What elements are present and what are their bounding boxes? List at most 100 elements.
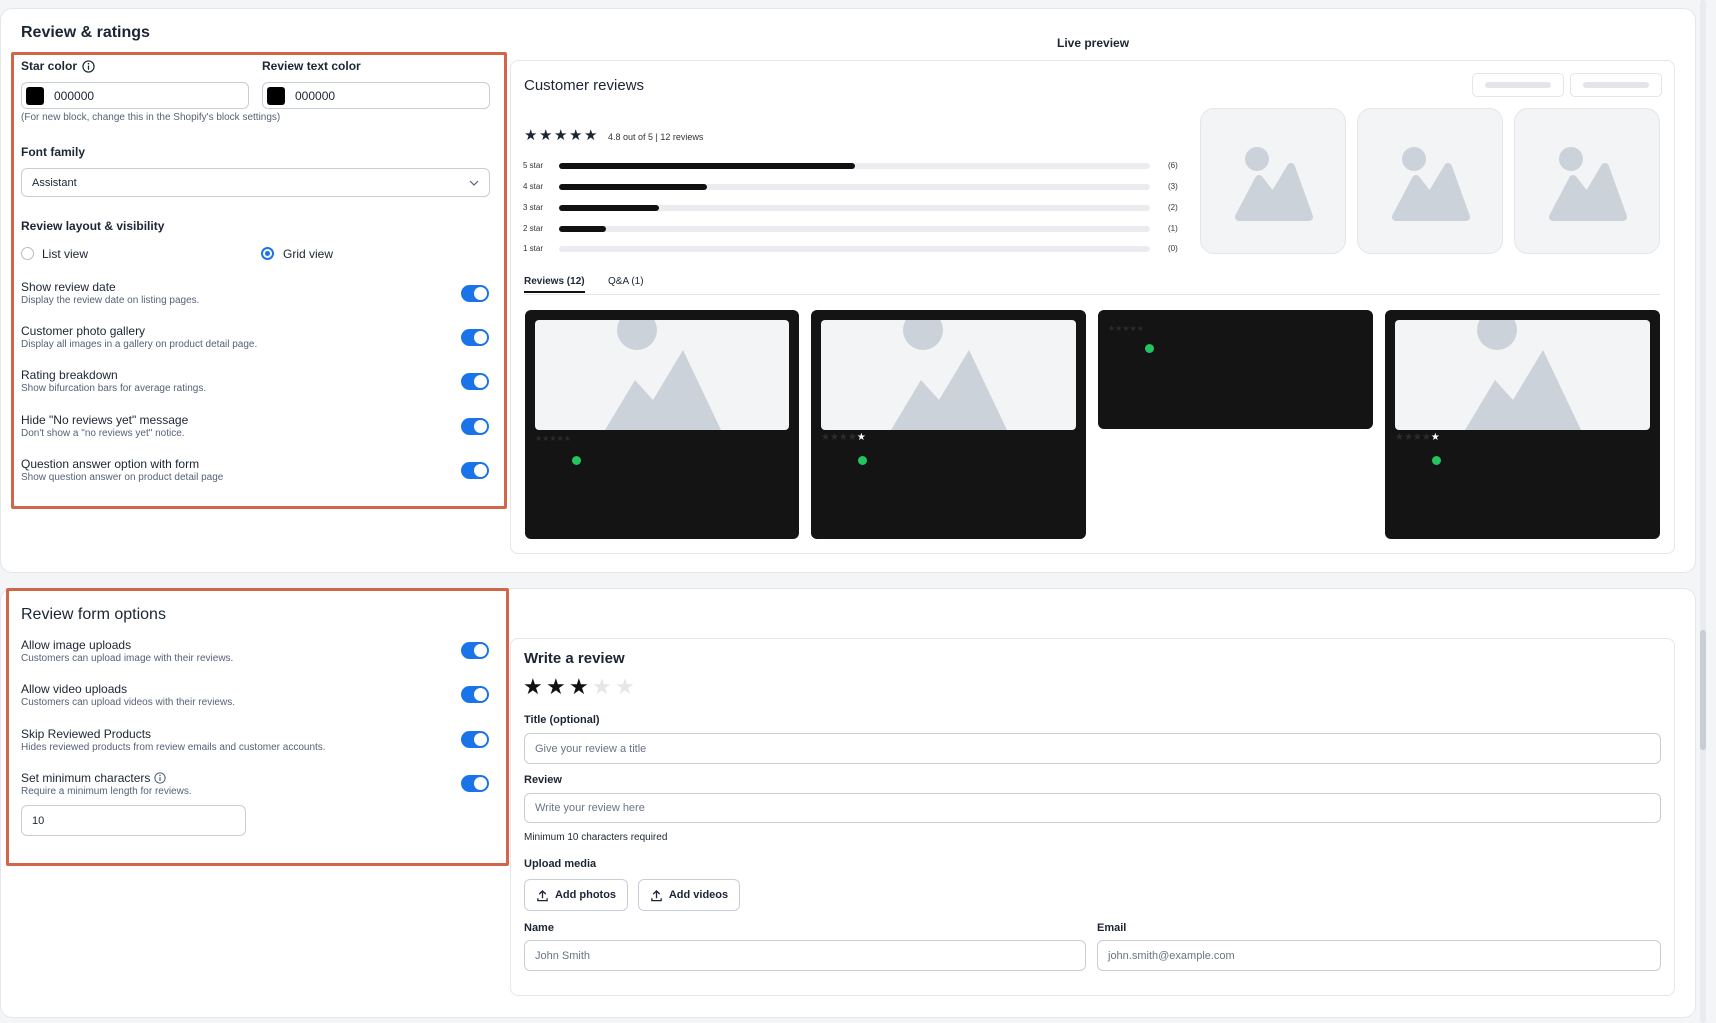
add-photos-button[interactable]: Add photos [524, 879, 628, 911]
review-image [1395, 320, 1650, 430]
rating-bar-track [559, 205, 1150, 211]
upload-icon [651, 889, 662, 901]
rating-bar-fill [559, 184, 707, 190]
image-placeholder-icon [891, 320, 1007, 430]
tab-qa[interactable]: Q&A (1) [608, 276, 644, 287]
star-icon[interactable]: ★ [615, 676, 635, 698]
font-family-label: Font family [21, 145, 86, 159]
toggle-title: Skip Reviewed Products [21, 727, 152, 741]
toggle-desc: Display the review date on listing pages… [21, 295, 200, 306]
page-scrollbar-thumb[interactable] [1700, 630, 1706, 750]
review-form-options-title: Review form options [21, 606, 166, 623]
allow-image-uploads-toggle[interactable] [461, 642, 489, 659]
summary-stars: ★ ★ ★ ★ ★ [524, 128, 600, 143]
show-review-date-toggle[interactable] [461, 285, 489, 302]
info-icon[interactable] [82, 59, 95, 73]
name-input[interactable]: John Smith [524, 940, 1086, 971]
minimum-characters-input[interactable]: 10 [21, 805, 246, 836]
gallery-image-placeholder[interactable] [1357, 108, 1503, 254]
write-review-button-skeleton[interactable] [1472, 73, 1564, 97]
star-icon[interactable]: ★ [546, 676, 566, 698]
grid-view-radio[interactable] [261, 247, 274, 260]
star-icon: ★ [554, 127, 568, 144]
review-text-color-label: Review text color [262, 59, 361, 73]
star-color-input[interactable]: 000000 [21, 82, 249, 109]
rating-row-label: 2 star [523, 224, 544, 233]
review-text-color-input[interactable]: 000000 [262, 82, 490, 109]
toggle-title: Hide "No reviews yet" message [21, 413, 189, 427]
email-input[interactable]: john.smith@example.com [1097, 940, 1661, 971]
gallery-image-placeholder[interactable] [1200, 108, 1346, 254]
font-family-select[interactable]: Assistant [21, 168, 490, 197]
toggle-desc: Display all images in a gallery on produ… [21, 339, 258, 350]
verified-badge-icon [1432, 456, 1441, 465]
rating-row-label: 1 star [523, 244, 544, 253]
toggle-desc: Require a minimum length for reviews. [21, 786, 192, 797]
allow-video-uploads-toggle[interactable] [461, 686, 489, 703]
star-color-value: 000000 [54, 88, 95, 103]
star-color-text: Star color [21, 59, 78, 73]
skip-reviewed-products-toggle[interactable] [461, 731, 489, 748]
customer-reviews-title: Customer reviews [524, 77, 645, 94]
image-placeholder-icon [1235, 147, 1313, 221]
image-placeholder-icon [1465, 320, 1581, 430]
star-color-swatch[interactable] [26, 86, 44, 105]
write-review-title: Write a review [524, 650, 625, 667]
rating-breakdown-toggle[interactable] [461, 373, 489, 390]
review-image [821, 320, 1076, 430]
star-rating-input[interactable]: ★ ★ ★ ★ ★ [523, 676, 643, 698]
review-stars: ★★★★★ [1395, 432, 1440, 443]
review-card[interactable]: ★★★★★ [525, 310, 799, 539]
review-stars: ★★★★★ [535, 434, 571, 443]
rating-bar-fill [559, 226, 607, 232]
layout-visibility-label: Review layout & visibility [21, 219, 165, 233]
toggle-desc: Customers can upload image with their re… [21, 653, 234, 664]
toggle-desc: Customers can upload videos with their r… [21, 697, 235, 708]
gallery-image-placeholder[interactable] [1514, 108, 1660, 254]
toggle-desc: Show question answer on product detail p… [21, 472, 224, 483]
review-stars: ★★★★★ [1108, 324, 1144, 333]
upload-icon [537, 889, 548, 901]
minimum-characters-value: 10 [32, 814, 45, 827]
chevron-down-icon [469, 180, 479, 186]
list-view-radio[interactable] [21, 247, 34, 260]
review-title-input[interactable]: Give your review a title [524, 733, 1661, 764]
review-card[interactable]: ★★★★★ [1098, 310, 1373, 429]
set-minimum-characters-toggle[interactable] [461, 775, 489, 792]
question-answer-toggle[interactable] [461, 462, 489, 479]
rating-row-label: 4 star [523, 182, 544, 191]
rating-row-label: 5 star [523, 161, 544, 170]
toggle-title: Customer photo gallery [21, 324, 146, 338]
toggle-title: Set minimum characters [21, 771, 151, 785]
star-icon[interactable]: ★ [523, 676, 543, 698]
star-icon: ★ [584, 127, 598, 144]
font-family-value: Assistant [32, 176, 77, 189]
star-icon[interactable]: ★ [569, 676, 589, 698]
add-videos-label: Add videos [668, 889, 729, 901]
ask-question-button-skeleton[interactable] [1570, 73, 1662, 97]
info-icon[interactable] [154, 772, 167, 784]
review-body-input[interactable]: Write your review here [524, 793, 1661, 823]
star-icon[interactable]: ★ [592, 676, 612, 698]
list-view-label: List view [42, 247, 89, 261]
minimum-characters-hint: Minimum 10 characters required [524, 832, 668, 843]
customer-photo-gallery-toggle[interactable] [461, 329, 489, 346]
review-image [535, 320, 789, 430]
hide-no-reviews-toggle[interactable] [461, 418, 489, 435]
star-icon: ★ [569, 127, 583, 144]
add-videos-button[interactable]: Add videos [638, 879, 740, 911]
rating-summary-text: 4.8 out of 5 | 12 reviews [608, 132, 704, 142]
tab-reviews[interactable]: Reviews (12) [524, 276, 585, 293]
review-card[interactable]: ★★★★★ [811, 310, 1086, 539]
toggle-title: Question answer option with form [21, 457, 200, 471]
rating-row-count: (6) [1168, 161, 1178, 170]
review-text-color-swatch[interactable] [267, 86, 285, 105]
verified-badge-icon [858, 456, 867, 465]
rating-bar-track [559, 246, 1150, 252]
page-scrollbar[interactable] [1700, 0, 1706, 1023]
toggle-desc: Hides reviewed products from review emai… [21, 742, 326, 753]
color-hint: (For new block, change this in the Shopi… [21, 112, 281, 123]
image-placeholder-icon [605, 320, 721, 430]
rating-bar-track [559, 163, 1150, 169]
review-card[interactable]: ★★★★★ [1385, 310, 1660, 539]
